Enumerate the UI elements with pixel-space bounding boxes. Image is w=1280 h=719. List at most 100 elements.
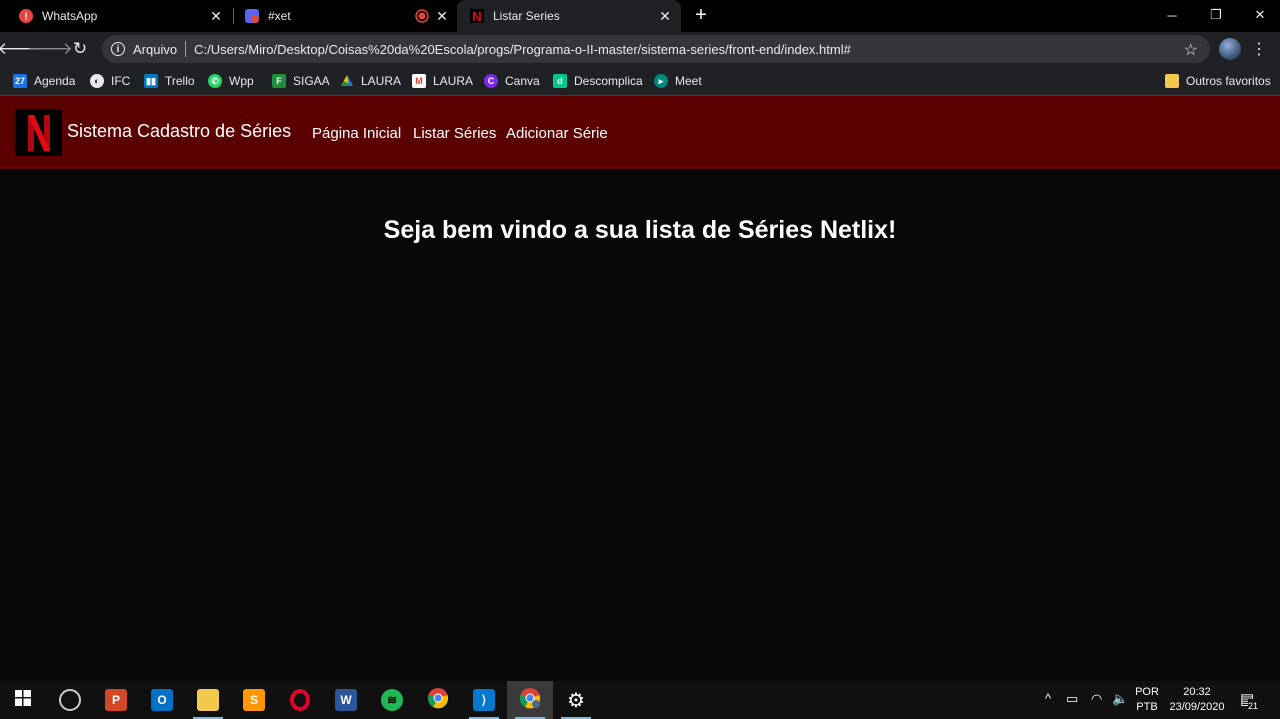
netflix-icon: N (469, 8, 485, 24)
bookmark-label: Descomplica (574, 74, 643, 88)
profile-avatar[interactable] (1219, 38, 1241, 60)
tab-whatsapp[interactable]: ! WhatsApp ✕ (0, 0, 232, 32)
clock-time[interactable]: 20:32 (1166, 685, 1228, 700)
minimize-button[interactable]: ─ (1150, 0, 1194, 30)
info-icon[interactable]: i (111, 42, 125, 56)
bookmark-descomplica[interactable]: d Descomplica (553, 70, 643, 92)
sigaa-icon: F (272, 74, 286, 88)
netflix-logo[interactable] (15, 109, 62, 156)
forward-button[interactable]: 🡒 (27, 36, 73, 62)
taskbar-app[interactable] (277, 681, 323, 719)
close-icon[interactable]: ✕ (208, 8, 224, 24)
nav-pagina-inicial[interactable]: Página Inicial (312, 125, 401, 142)
bookmark-sigaa[interactable]: F SIGAA (272, 70, 330, 92)
notification-count: 21 (1248, 699, 1259, 714)
tab-xet[interactable]: #xet ✕ (226, 0, 458, 32)
taskbar-app[interactable]: W (323, 681, 369, 719)
svg-text:N: N (472, 9, 481, 23)
restore-button[interactable]: ❐ (1194, 0, 1238, 30)
bookmark-agenda[interactable]: 27 Agenda (13, 70, 75, 92)
taskbar-app[interactable]: ≋ (369, 681, 415, 719)
nav-listar-series[interactable]: Listar Séries (413, 125, 496, 142)
bookmark-trello[interactable]: ▮▮ Trello (144, 70, 195, 92)
tab-title: WhatsApp (42, 9, 98, 23)
chrome-icon (427, 687, 449, 714)
taskbar-app[interactable]: P (93, 681, 139, 719)
bookmark-label: Wpp (229, 74, 254, 88)
page-content: Seja bem vindo a sua lista de Séries Net… (0, 169, 1280, 681)
sublime-icon: S (243, 689, 265, 711)
menu-icon[interactable]: ⋮ (1251, 38, 1267, 60)
taskbar-app[interactable]: O (139, 681, 185, 719)
scheme-label: Arquivo (133, 41, 178, 57)
close-icon[interactable]: ✕ (434, 8, 450, 24)
bookmark-star-icon[interactable]: ☆ (1184, 40, 1198, 60)
language-indicator[interactable]: POR (1134, 685, 1160, 700)
nav-adicionar-serie[interactable]: Adicionar Série (506, 125, 608, 142)
bookmark-wpp[interactable]: ✆ Wpp (208, 70, 254, 92)
vscode-icon: ⟩ (473, 689, 495, 711)
bookmark-label: IFC (111, 74, 131, 88)
battery-icon[interactable]: ▭ (1066, 691, 1078, 707)
bookmark-laura-drive[interactable]: LAURA (340, 70, 401, 92)
opera-icon (290, 689, 310, 711)
bookmark-meet[interactable]: ▸ Meet (654, 70, 702, 92)
keyboard-indicator[interactable]: PTB (1134, 700, 1160, 715)
close-icon[interactable]: ✕ (657, 8, 673, 24)
tab-listar-series[interactable]: N Listar Series ✕ (457, 0, 681, 32)
close-window-button[interactable]: ✕ (1238, 0, 1280, 30)
address-bar[interactable]: i Arquivo C:/Users/Miro/Desktop/Coisas%2… (102, 35, 1210, 63)
meet-icon: ▸ (654, 74, 668, 88)
recording-icon (414, 8, 430, 24)
whatsapp-icon: ! (18, 8, 34, 24)
headset-icon (59, 689, 81, 711)
reload-button[interactable]: ↻ (67, 36, 93, 62)
canva-icon: C (484, 74, 498, 88)
globe-icon: ◐ (90, 74, 104, 88)
chrome-profile-icon (519, 687, 541, 714)
taskbar-app[interactable] (47, 681, 93, 719)
welcome-heading: Seja bem vindo a sua lista de Séries Net… (383, 216, 897, 244)
tab-strip: ! WhatsApp ✕ #xet ✕ N Listar Series ✕ + … (0, 0, 1280, 32)
wifi-icon[interactable]: ◠ (1091, 691, 1102, 707)
word-icon: W (335, 689, 357, 711)
whatsapp-icon: ✆ (208, 74, 222, 88)
discord-icon (244, 8, 260, 24)
taskbar-app[interactable] (415, 681, 461, 719)
new-tab-button[interactable]: + (690, 4, 712, 26)
site-navbar: Sistema Cadastro de Séries Página Inicia… (0, 96, 1280, 169)
bookmarks-bar: 27 Agenda ◐ IFC ▮▮ Trello ✆ Wpp F SIGAA … (0, 66, 1280, 96)
start-button[interactable] (0, 681, 46, 719)
windows-taskbar: P O S W ≋ ⟩ ⚙ ^ ▭ ◠ 🔈 POR PTB 20:32 23/0… (0, 681, 1280, 719)
trello-icon: ▮▮ (144, 74, 158, 88)
taskbar-app[interactable]: ⟩ (461, 681, 507, 719)
bookmark-label: Agenda (34, 74, 76, 88)
bookmark-canva[interactable]: C Canva (484, 70, 540, 92)
bookmark-ifc[interactable]: ◐ IFC (90, 70, 130, 92)
taskbar-app[interactable]: ⚙ (553, 681, 599, 719)
site-brand[interactable]: Sistema Cadastro de Séries (67, 121, 291, 142)
other-bookmarks-label: Outros favoritos (1186, 74, 1271, 88)
tab-title: #xet (268, 9, 291, 23)
bookmark-label: LAURA (361, 74, 402, 88)
file-explorer-icon (197, 689, 219, 711)
folder-icon (1165, 74, 1179, 88)
taskbar-app[interactable] (185, 681, 231, 719)
calendar-icon: 27 (13, 74, 27, 88)
outlook-icon: O (151, 689, 173, 711)
chevron-up-icon[interactable]: ^ (1045, 691, 1051, 706)
taskbar-app[interactable]: S (231, 681, 277, 719)
bookmark-label: Meet (675, 74, 702, 88)
google-drive-icon (340, 74, 354, 88)
clock-date[interactable]: 23/09/2020 (1166, 700, 1228, 715)
bookmark-laura-gmail[interactable]: M LAURA (412, 70, 473, 92)
powerpoint-icon: P (105, 689, 127, 711)
settings-icon: ⚙ (567, 689, 585, 712)
tab-title: Listar Series (493, 9, 560, 23)
volume-icon[interactable]: 🔈 (1112, 691, 1128, 707)
url-text[interactable]: C:/Users/Miro/Desktop/Coisas%20da%20Esco… (194, 42, 851, 57)
other-bookmarks[interactable]: Outros favoritos (1165, 70, 1271, 92)
taskbar-app-active[interactable] (507, 681, 553, 719)
start-icon (15, 689, 31, 711)
divider (185, 41, 187, 57)
